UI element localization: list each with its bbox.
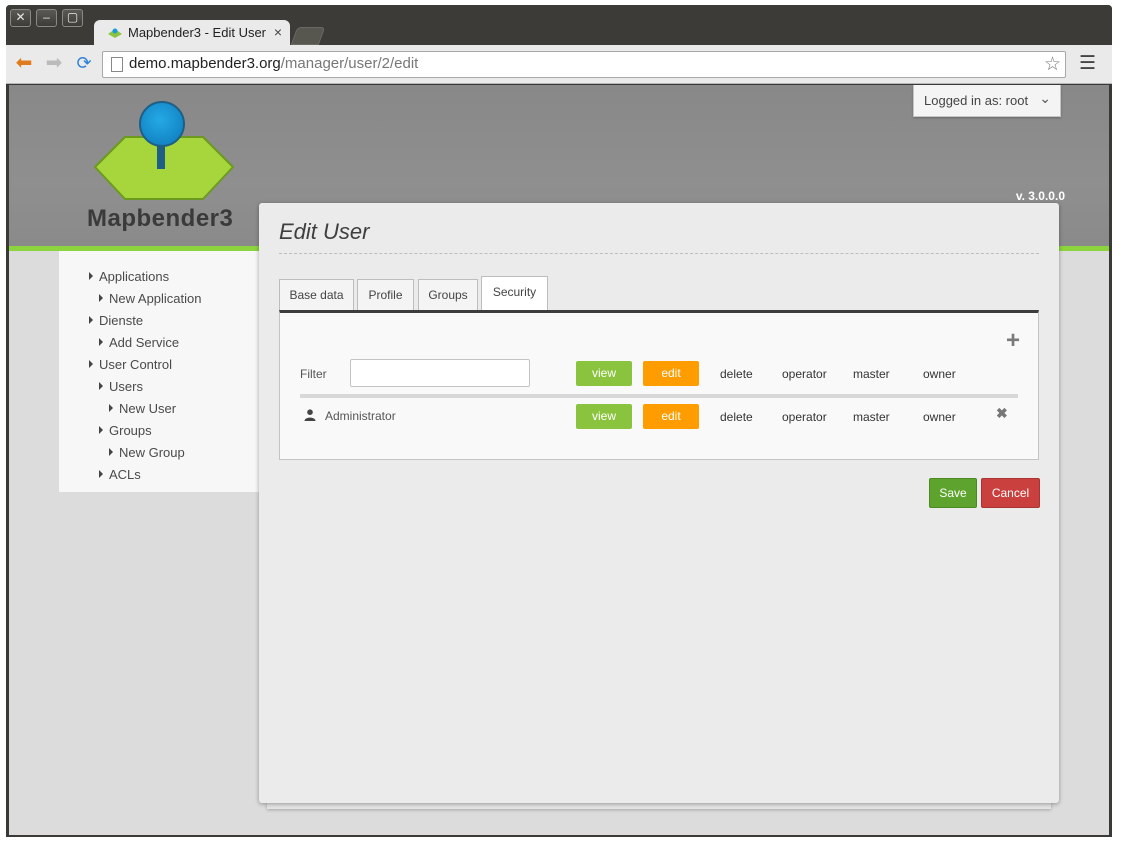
add-permission-icon[interactable]: +: [1006, 327, 1020, 355]
close-icon[interactable]: ✕: [10, 9, 31, 27]
master-permission[interactable]: master: [853, 410, 890, 424]
sidebar-item-users[interactable]: Users: [99, 379, 143, 394]
master-header[interactable]: master: [853, 367, 890, 381]
maximize-icon[interactable]: ▢: [62, 9, 83, 27]
caret-right-icon: [89, 272, 93, 280]
edit-header-button[interactable]: edit: [643, 361, 699, 386]
remove-icon[interactable]: ✖: [996, 405, 1008, 422]
window-titlebar: ✕ – ▢ Mapbender3 - Edit User ×: [6, 5, 1112, 46]
caret-right-icon: [99, 338, 103, 346]
view-permission-button[interactable]: view: [576, 404, 632, 429]
caret-right-icon: [89, 360, 93, 368]
caret-right-icon: [99, 426, 103, 434]
bookmark-star-icon[interactable]: ☆: [1044, 53, 1061, 76]
menu-icon[interactable]: ☰: [1079, 52, 1096, 75]
caret-right-icon: [99, 382, 103, 390]
tab-profile[interactable]: Profile: [357, 279, 414, 310]
tab-close-icon[interactable]: ×: [274, 24, 282, 40]
operator-permission[interactable]: operator: [782, 410, 827, 424]
view-header-button[interactable]: view: [576, 361, 632, 386]
new-tab-button[interactable]: [290, 27, 326, 45]
caret-right-icon: [89, 316, 93, 324]
page-viewport: Mapbender3 v. 3.0.0.0 Logged in as: root…: [9, 85, 1109, 835]
logo-text[interactable]: Mapbender3: [87, 205, 233, 233]
sidebar: Applications New Application Dienste Add…: [59, 251, 259, 492]
sidebar-item-applications[interactable]: Applications: [89, 269, 169, 284]
cancel-button[interactable]: Cancel: [981, 478, 1040, 508]
browser-toolbar: ⬅ ➡ ⟳ demo.mapbender3.org/manager/user/2…: [6, 45, 1112, 84]
sidebar-item-dienste[interactable]: Dienste: [89, 313, 143, 328]
address-bar[interactable]: demo.mapbender3.org/manager/user/2/edit …: [102, 51, 1066, 78]
content-panel: Edit User Base data Profile Groups Secur…: [259, 203, 1059, 803]
edit-permission-button[interactable]: edit: [643, 404, 699, 429]
login-dropdown[interactable]: Logged in as: root ⌄: [913, 85, 1061, 117]
forward-icon[interactable]: ➡: [42, 51, 66, 75]
title-divider: [279, 253, 1039, 254]
user-icon: [304, 409, 316, 421]
back-icon[interactable]: ⬅: [12, 51, 36, 75]
sidebar-item-acls[interactable]: ACLs: [99, 467, 141, 482]
tab-title: Mapbender3 - Edit User: [128, 25, 267, 40]
operator-header[interactable]: operator: [782, 367, 827, 381]
url-text: demo.mapbender3.org/manager/user/2/edit: [129, 55, 418, 72]
delete-header[interactable]: delete: [720, 367, 753, 381]
browser-tab[interactable]: Mapbender3 - Edit User ×: [94, 20, 290, 46]
delete-permission[interactable]: delete: [720, 410, 753, 424]
sidebar-item-new-group[interactable]: New Group: [109, 445, 185, 460]
caret-right-icon: [99, 294, 103, 302]
sidebar-item-groups[interactable]: Groups: [99, 423, 152, 438]
page-icon: [111, 57, 123, 72]
security-tab-content: + Filter view edit delete operator maste…: [279, 310, 1039, 460]
sidebar-item-add-service[interactable]: Add Service: [99, 335, 179, 350]
caret-right-icon: [109, 448, 113, 456]
header-separator: [300, 394, 1018, 398]
tab-groups[interactable]: Groups: [418, 279, 478, 310]
tab-base-data[interactable]: Base data: [279, 279, 354, 310]
url-path: /manager/user/2/edit: [280, 55, 419, 72]
reload-icon[interactable]: ⟳: [72, 51, 96, 75]
user-name: Administrator: [325, 409, 396, 423]
page-title: Edit User: [279, 219, 370, 244]
version-label: v. 3.0.0.0: [1015, 189, 1065, 203]
panel-shadow-sheet: [267, 803, 1051, 809]
owner-header[interactable]: owner: [923, 367, 956, 381]
filter-label: Filter: [300, 367, 327, 381]
save-button[interactable]: Save: [929, 478, 977, 508]
owner-permission[interactable]: owner: [923, 410, 956, 424]
login-label: Logged in as: root: [924, 93, 1029, 108]
url-host: demo.mapbender3.org: [129, 55, 281, 72]
sidebar-item-new-application[interactable]: New Application: [99, 291, 202, 306]
sidebar-item-new-user[interactable]: New User: [109, 401, 176, 416]
chevron-down-icon: ⌄: [1039, 90, 1051, 106]
browser-window: ✕ – ▢ Mapbender3 - Edit User × ⬅ ➡ ⟳ dem…: [6, 5, 1112, 837]
filter-input[interactable]: [350, 359, 530, 387]
mapbender-favicon-icon: [108, 28, 122, 38]
tab-security[interactable]: Security: [481, 276, 548, 312]
logo-pin: [139, 101, 185, 147]
minimize-icon[interactable]: –: [36, 9, 57, 27]
sidebar-item-user-control[interactable]: User Control: [89, 357, 172, 372]
caret-right-icon: [109, 404, 113, 412]
caret-right-icon: [99, 470, 103, 478]
